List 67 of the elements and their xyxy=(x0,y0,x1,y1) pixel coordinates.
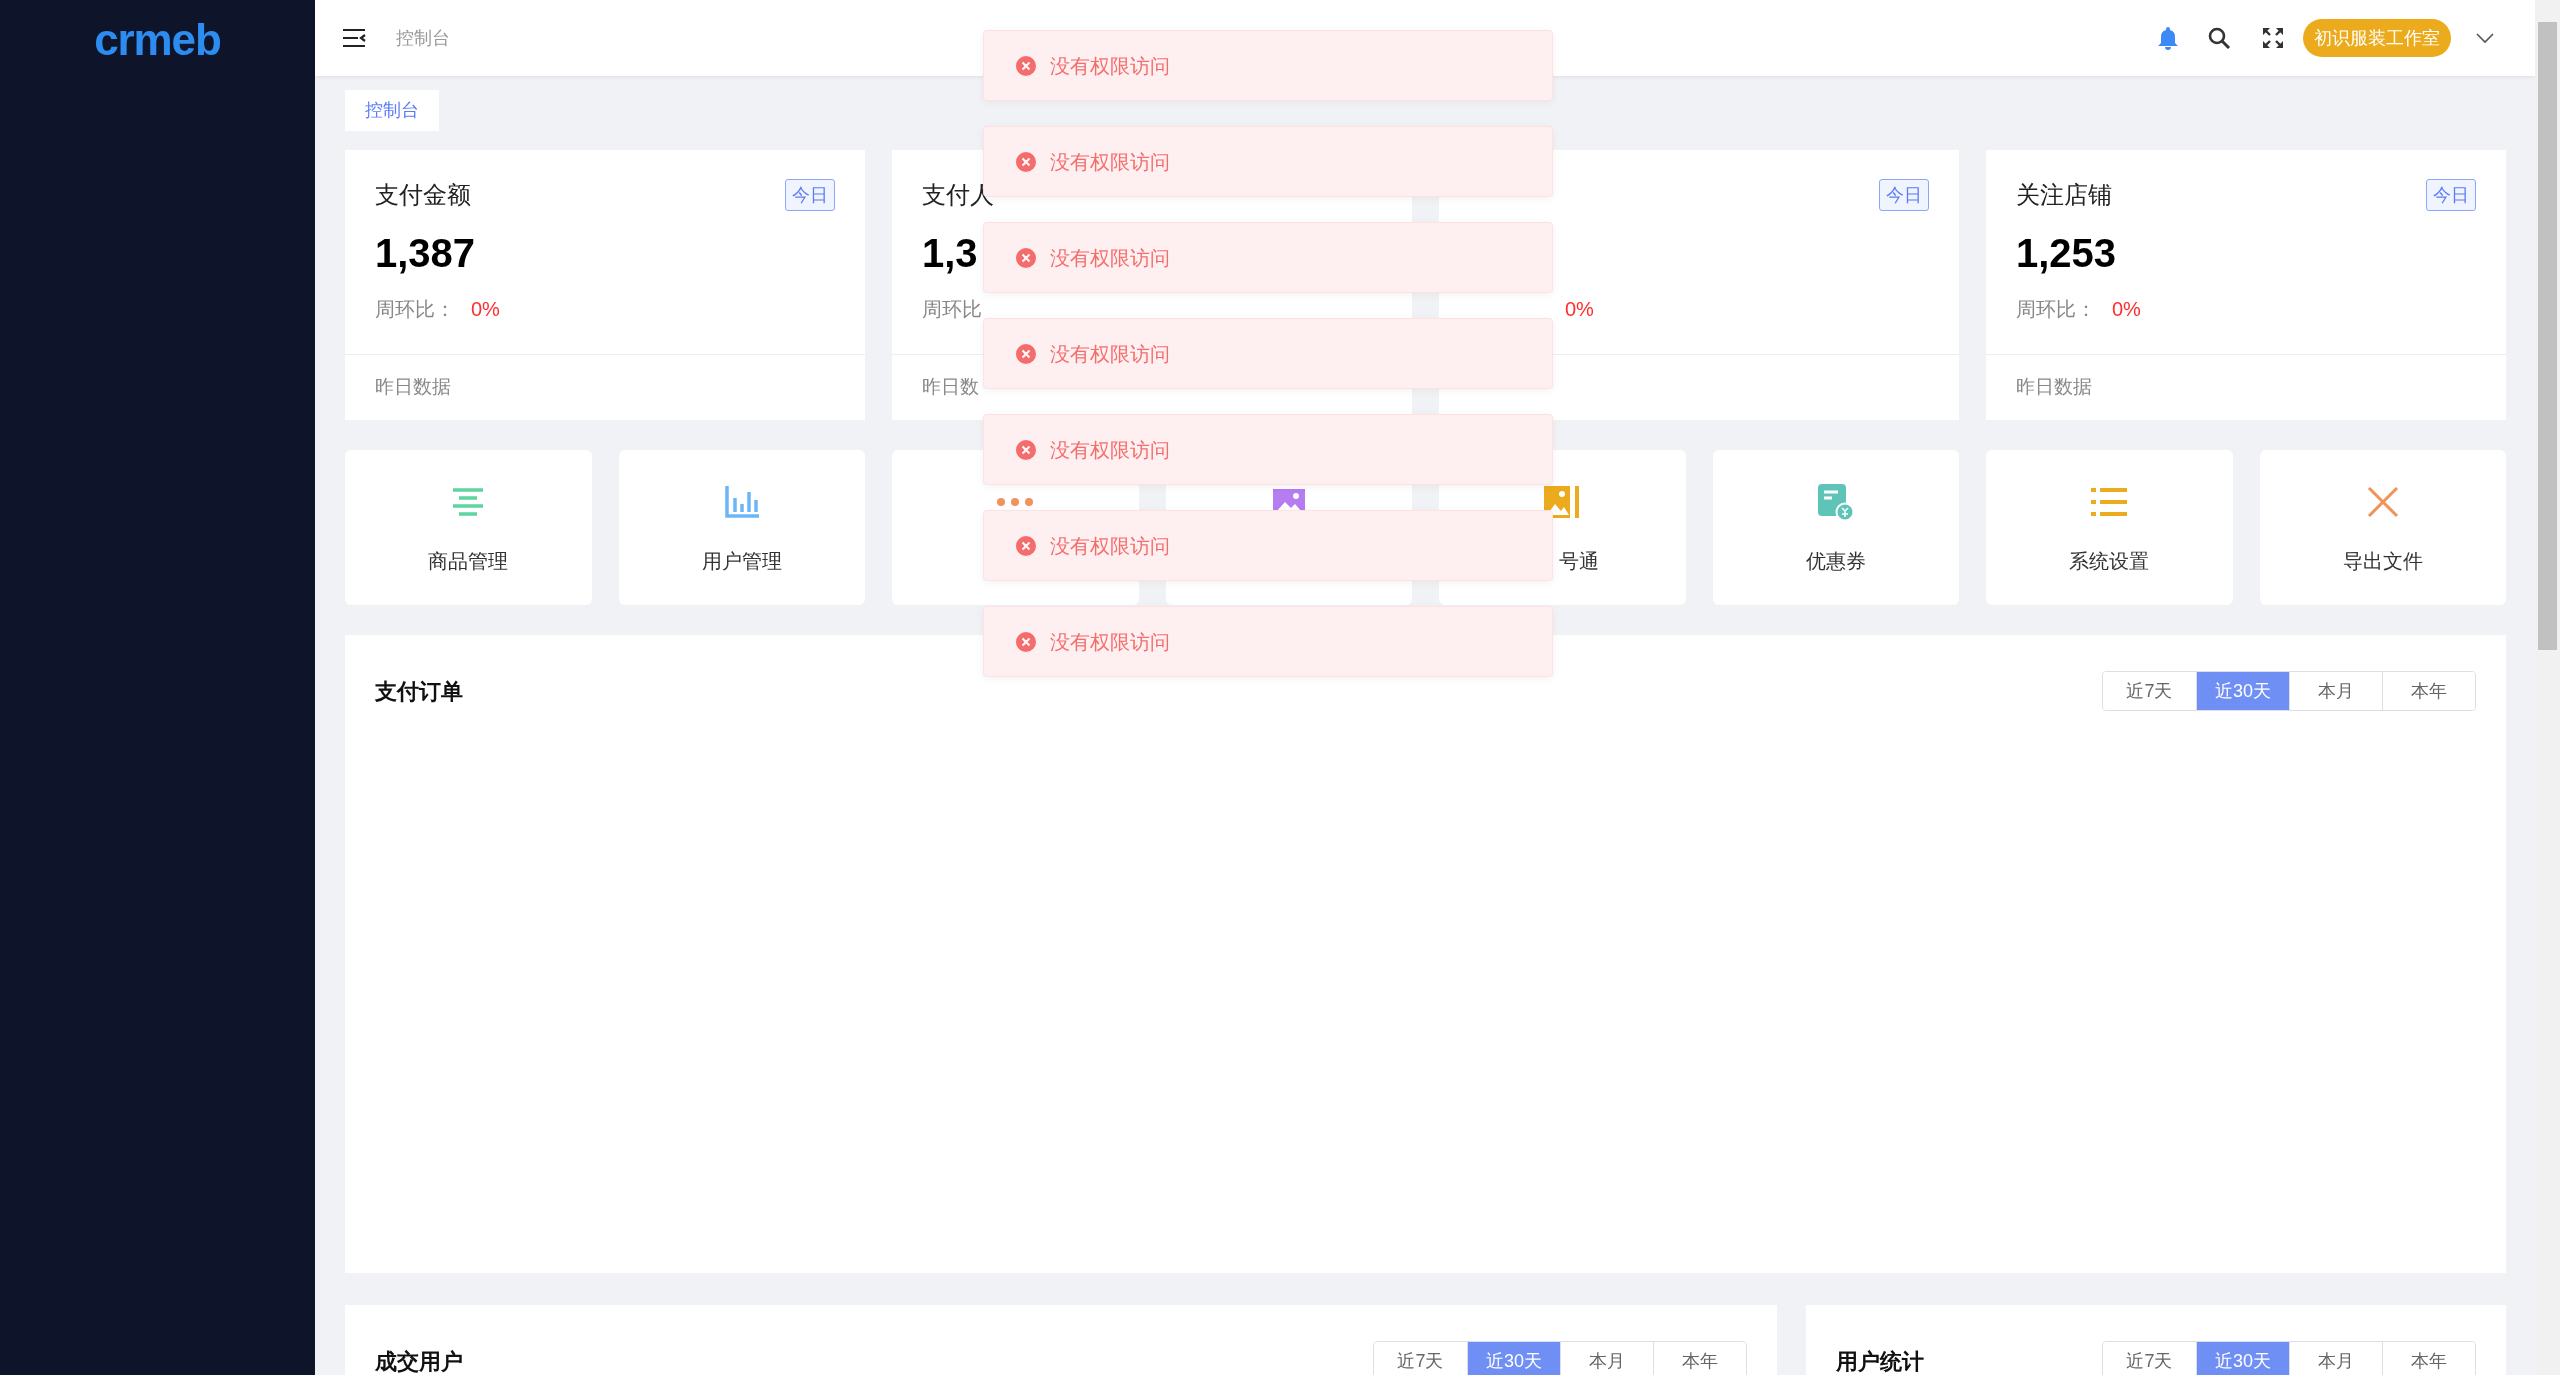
logo[interactable]: crmeb xyxy=(94,20,221,60)
coupon-icon xyxy=(1816,483,1855,521)
error-icon xyxy=(1016,535,1036,556)
shortcut-card[interactable]: 用户管理 xyxy=(618,450,865,605)
footer-text: 昨日数据 xyxy=(2016,375,2092,400)
card-value: 1,3 xyxy=(922,230,978,277)
shortcut-card[interactable]: 商品管理 xyxy=(345,450,592,605)
today-badge: 今日 xyxy=(1879,179,1929,211)
card-title: 关注店铺 xyxy=(2016,180,2112,210)
error-icon xyxy=(1016,439,1036,460)
bell-icon[interactable] xyxy=(2157,26,2179,50)
range-tab[interactable]: 近30天 xyxy=(2196,672,2289,710)
ratio-value: 0% xyxy=(1565,297,1594,322)
bar-chart-icon xyxy=(724,486,759,518)
ratio-label: 周环比 xyxy=(922,298,982,320)
range-tab[interactable]: 近30天 xyxy=(1467,1342,1560,1375)
panel-title: 用户统计 xyxy=(1836,1347,1924,1375)
shortcut-label: 优惠券 xyxy=(1805,549,1866,574)
toast-message: 没有权限访问 xyxy=(1050,341,1170,367)
chevron-down-icon[interactable] xyxy=(2475,32,2495,44)
toast-message: 没有权限访问 xyxy=(1050,149,1170,175)
ratio-value: 0% xyxy=(471,297,500,322)
page-tab[interactable]: 控制台 xyxy=(345,90,439,131)
fullscreen-icon[interactable] xyxy=(2261,26,2285,50)
panel-title: 支付订单 xyxy=(375,677,463,706)
error-icon xyxy=(1016,151,1036,172)
range-tab[interactable]: 本年 xyxy=(1653,1342,1746,1375)
ratio-label: 周环比： xyxy=(2016,298,2096,320)
shortcut-label: 系统设置 xyxy=(2069,549,2150,574)
error-icon xyxy=(1016,343,1036,364)
footer-text: 昨日数据 xyxy=(375,375,451,400)
ratio-label: 周环比： xyxy=(375,298,455,320)
error-icon xyxy=(1016,631,1036,652)
today-badge: 今日 xyxy=(2426,179,2476,211)
close-icon xyxy=(2366,486,2399,518)
today-badge: 今日 xyxy=(785,179,835,211)
toast-message: 没有权限访问 xyxy=(1050,629,1170,655)
error-icon xyxy=(1016,55,1036,76)
shortcut-card[interactable]: 系统设置 xyxy=(1986,450,2233,605)
range-tab[interactable]: 本年 xyxy=(2382,672,2475,710)
card-value: 1,253 xyxy=(2016,230,2117,277)
range-tab[interactable]: 近30天 xyxy=(2196,1342,2289,1375)
toast-message: 没有权限访问 xyxy=(1050,53,1170,79)
footer-text: 昨日数 xyxy=(922,375,979,400)
shortcut-card[interactable]: 优惠券 xyxy=(1712,450,1959,605)
error-icon xyxy=(1016,247,1036,268)
shortcut-label: 商品管理 xyxy=(428,549,509,574)
dots-icon xyxy=(995,497,1036,507)
card-value: 1,387 xyxy=(375,230,476,277)
panel-title: 成交用户 xyxy=(375,1347,463,1375)
range-tab[interactable]: 本年 xyxy=(2382,1342,2475,1375)
card-title: 支付人 xyxy=(922,180,994,210)
scrollbar[interactable] xyxy=(2535,0,2560,1375)
list-icon xyxy=(2091,487,2128,517)
lines-icon xyxy=(451,487,486,517)
search-icon[interactable] xyxy=(2207,26,2231,50)
image-icon xyxy=(1544,486,1581,518)
ratio-value: 0% xyxy=(2112,297,2141,322)
shortcut-label: 号通 xyxy=(1558,549,1600,574)
toast-message: 没有权限访问 xyxy=(1050,245,1170,271)
toast-message: 没有权限访问 xyxy=(1050,437,1170,463)
shortcut-label: 导出文件 xyxy=(2342,549,2423,574)
shortcut-card[interactable]: 导出文件 xyxy=(2259,450,2506,605)
menu-icon[interactable] xyxy=(342,28,366,48)
toast-message: 没有权限访问 xyxy=(1050,533,1170,559)
card-title: 支付金额 xyxy=(375,180,471,210)
shortcut-label: 用户管理 xyxy=(701,549,782,574)
